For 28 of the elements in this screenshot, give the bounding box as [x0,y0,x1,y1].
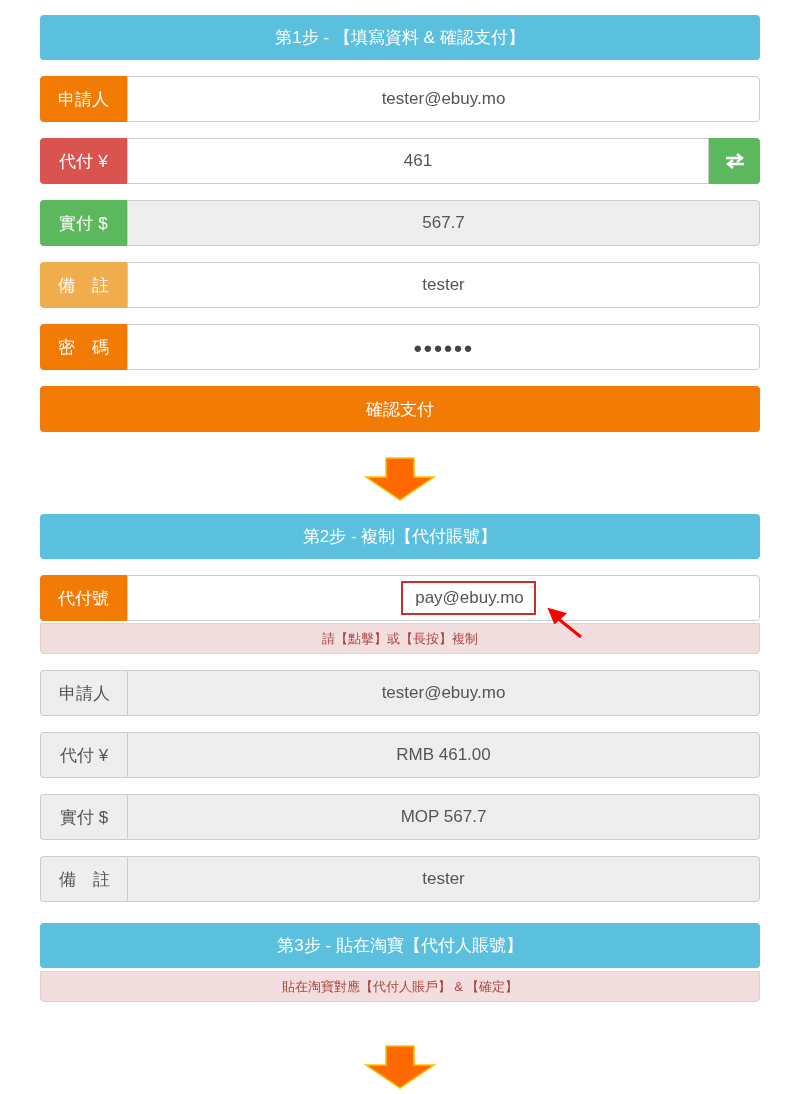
field-label: 備 註 [40,856,127,902]
field-label: 實付 $ [40,200,127,246]
password-field[interactable]: ●●●●●● [127,324,760,370]
field-label: 備 註 [40,262,127,308]
readonly-field: tester [127,856,760,902]
input-field[interactable]: tester [127,262,760,308]
swap-button[interactable] [709,138,760,184]
swap-icon [724,153,745,169]
step-header: 第2步 - 複制【代付賬號】 [40,514,760,559]
field-label: 密 碼 [40,324,127,370]
input-field[interactable]: 461 [127,138,709,184]
pointer-arrow-icon [546,607,585,639]
down-arrow-icon [364,457,436,501]
step-header: 第1步 - 【填寫資料 & 確認支付】 [40,15,760,60]
copy-hint: 請【點擊】或【長按】複制 [40,623,760,654]
field-label: 實付 $ [40,794,127,840]
input-field[interactable]: tester@ebuy.mo [127,76,760,122]
readonly-field: MOP 567.7 [127,794,760,840]
down-arrow-icon [364,1045,436,1089]
field-label: 代付號 [40,575,127,621]
readonly-field: tester@ebuy.mo [127,670,760,716]
readonly-field: RMB 461.00 [127,732,760,778]
paste-hint: 貼在淘寶對應【代付人賬戶】 & 【確定】 [40,971,760,1002]
field-label: 申請人 [40,76,127,122]
field-label: 代付 ¥ [40,732,127,778]
step-header: 第3步 - 貼在淘寶【代付人賬號】 [40,923,760,968]
field-label: 代付 ¥ [40,138,127,184]
field-label: 申請人 [40,670,127,716]
